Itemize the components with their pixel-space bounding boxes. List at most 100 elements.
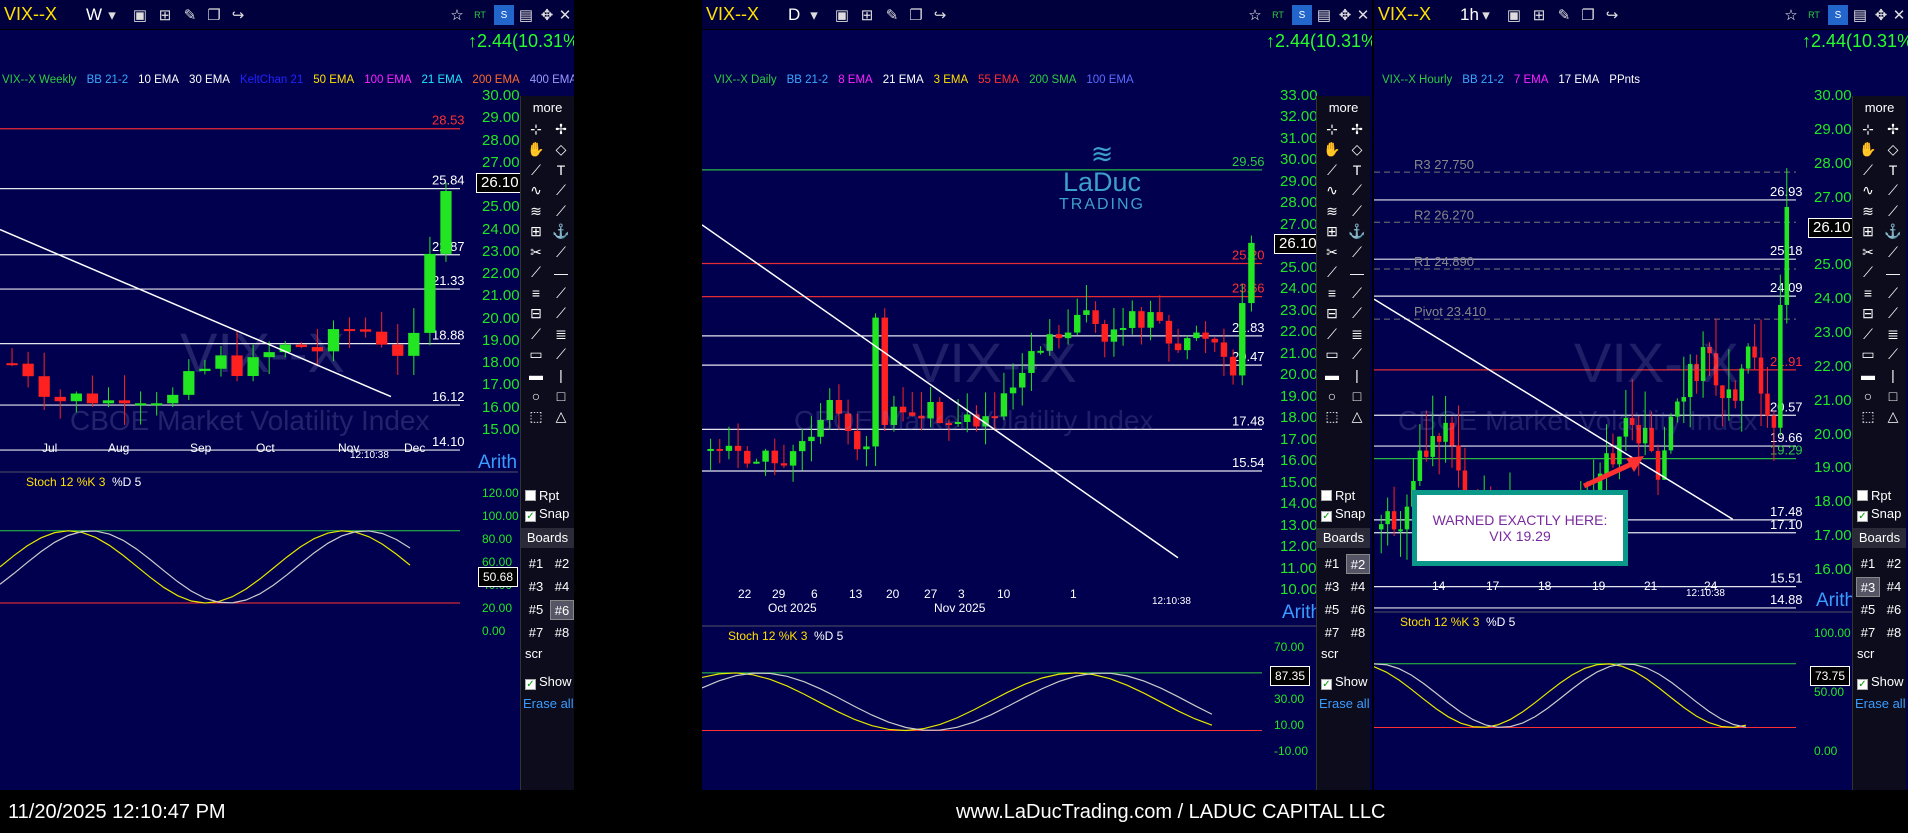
more-button[interactable]: more [1853, 100, 1906, 115]
panel-divider[interactable] [574, 0, 702, 790]
drawing-tool-icon[interactable]: ○ [524, 385, 548, 407]
snap-checkbox[interactable]: ✓ Snap [525, 506, 569, 522]
board-2-button[interactable]: #2 [1346, 554, 1370, 574]
drawing-tool-icon[interactable]: ▭ [1320, 344, 1344, 366]
drawing-tool-icon[interactable]: □ [1345, 385, 1369, 407]
repeat-checkbox[interactable]: Rpt [525, 488, 559, 503]
drawing-tool-icon[interactable]: ▭ [1856, 344, 1880, 366]
repeat-checkbox[interactable]: Rpt [1321, 488, 1355, 503]
drawing-tool-icon[interactable]: ≋ [1320, 200, 1344, 222]
drawing-tool-icon[interactable]: ≡ [1320, 282, 1344, 304]
more-button[interactable]: more [1317, 100, 1370, 115]
drawing-tool-icon[interactable]: ⟋ [1881, 344, 1905, 366]
drawing-tool-icon[interactable]: △ [549, 405, 573, 427]
board-6-button[interactable]: #6 [1346, 600, 1370, 620]
drawing-tool-icon[interactable]: | [1881, 364, 1905, 386]
drawing-tool-icon[interactable]: ▬ [524, 364, 548, 386]
snap-checkbox[interactable]: ✓ Snap [1321, 506, 1365, 522]
drawing-tool-icon[interactable]: ✢ [1345, 118, 1369, 140]
screen-button[interactable]: scr [525, 646, 542, 661]
drawing-tool-icon[interactable]: △ [1345, 405, 1369, 427]
drawing-tool-icon[interactable]: ✋ [1320, 139, 1344, 161]
drawing-tool-icon[interactable]: ⟋ [1320, 262, 1344, 284]
drawing-tool-icon[interactable]: ≣ [1345, 323, 1369, 345]
board-1-button[interactable]: #1 [524, 554, 548, 574]
drawing-tool-icon[interactable]: — [1881, 262, 1905, 284]
drawing-tool-icon[interactable]: T [549, 159, 573, 181]
drawing-tool-icon[interactable]: ⟋ [1856, 262, 1880, 284]
board-3-button[interactable]: #3 [1856, 577, 1880, 597]
erase-all-button[interactable]: Erase all [523, 696, 574, 711]
drawing-tool-icon[interactable]: ⊟ [524, 303, 548, 325]
drawing-tool-icon[interactable]: ∿ [1320, 180, 1344, 202]
drawing-tool-icon[interactable]: T [1881, 159, 1905, 181]
board-2-button[interactable]: #2 [550, 554, 574, 574]
drawing-tool-icon[interactable]: ⊞ [524, 221, 548, 243]
drawing-tool-icon[interactable]: ⟋ [1881, 180, 1905, 202]
drawing-tool-icon[interactable]: ⚓ [1345, 221, 1369, 243]
drawing-tool-icon[interactable]: ⟋ [1345, 303, 1369, 325]
drawing-tool-icon[interactable]: ▭ [524, 344, 548, 366]
board-8-button[interactable]: #8 [550, 623, 574, 643]
board-2-button[interactable]: #2 [1882, 554, 1906, 574]
drawing-tool-icon[interactable]: ⟋ [1345, 241, 1369, 263]
drawing-tool-icon[interactable]: ∿ [524, 180, 548, 202]
show-checkbox[interactable]: ✓ Show [525, 674, 572, 690]
scale-mode-button[interactable]: Arith [1816, 590, 1855, 612]
drawing-tool-icon[interactable]: ⟋ [1881, 282, 1905, 304]
drawing-tool-icon[interactable]: ⊹ [524, 118, 548, 140]
drawing-tool-icon[interactable]: ⊹ [1320, 118, 1344, 140]
drawing-tool-icon[interactable]: ⟋ [1881, 200, 1905, 222]
drawing-tool-icon[interactable]: T [1345, 159, 1369, 181]
drawing-tool-icon[interactable]: ✋ [1856, 139, 1880, 161]
drawing-tool-icon[interactable]: ○ [1856, 385, 1880, 407]
drawing-tool-icon[interactable]: ≋ [524, 200, 548, 222]
drawing-tool-icon[interactable]: ⟋ [1856, 159, 1880, 181]
drawing-tool-icon[interactable]: ≣ [1881, 323, 1905, 345]
drawing-tool-icon[interactable]: □ [1881, 385, 1905, 407]
drawing-tool-icon[interactable]: — [549, 262, 573, 284]
board-5-button[interactable]: #5 [1856, 600, 1880, 620]
drawing-tool-icon[interactable]: ⬚ [1320, 405, 1344, 427]
board-4-button[interactable]: #4 [550, 577, 574, 597]
drawing-tool-icon[interactable]: ⊟ [1320, 303, 1344, 325]
screen-button[interactable]: scr [1857, 646, 1874, 661]
drawing-tool-icon[interactable]: ⊹ [1856, 118, 1880, 140]
drawing-tool-icon[interactable]: ✂ [524, 241, 548, 263]
drawing-tool-icon[interactable]: ⟋ [549, 282, 573, 304]
drawing-tool-icon[interactable]: ⟋ [1345, 180, 1369, 202]
board-6-button[interactable]: #6 [1882, 600, 1906, 620]
drawing-tool-icon[interactable]: — [1345, 262, 1369, 284]
board-5-button[interactable]: #5 [524, 600, 548, 620]
drawing-tool-icon[interactable]: ⟋ [549, 344, 573, 366]
erase-all-button[interactable]: Erase all [1855, 696, 1906, 711]
drawing-tool-icon[interactable]: ⟋ [1320, 159, 1344, 181]
board-4-button[interactable]: #4 [1346, 577, 1370, 597]
screen-button[interactable]: scr [1321, 646, 1338, 661]
drawing-tool-icon[interactable]: ▬ [1856, 364, 1880, 386]
drawing-tool-icon[interactable]: □ [549, 385, 573, 407]
drawing-tool-icon[interactable]: ✂ [1320, 241, 1344, 263]
drawing-tool-icon[interactable]: △ [1881, 405, 1905, 427]
drawing-tool-icon[interactable]: ⚓ [1881, 221, 1905, 243]
drawing-tool-icon[interactable]: ◇ [1881, 139, 1905, 161]
show-checkbox[interactable]: ✓ Show [1321, 674, 1368, 690]
drawing-tool-icon[interactable]: ≡ [1856, 282, 1880, 304]
board-1-button[interactable]: #1 [1856, 554, 1880, 574]
more-button[interactable]: more [521, 100, 574, 115]
drawing-tool-icon[interactable]: ✂ [1856, 241, 1880, 263]
drawing-tool-icon[interactable]: ⬚ [1856, 405, 1880, 427]
drawing-tool-icon[interactable]: ≡ [524, 282, 548, 304]
drawing-tool-icon[interactable]: ⬚ [524, 405, 548, 427]
drawing-tool-icon[interactable]: ⟋ [1345, 200, 1369, 222]
drawing-tool-icon[interactable]: ⟋ [1881, 241, 1905, 263]
board-1-button[interactable]: #1 [1320, 554, 1344, 574]
drawing-tool-icon[interactable]: ○ [1320, 385, 1344, 407]
drawing-tool-icon[interactable]: ⟋ [524, 262, 548, 284]
drawing-tool-icon[interactable]: ⟋ [1345, 282, 1369, 304]
erase-all-button[interactable]: Erase all [1319, 696, 1370, 711]
board-6-button[interactable]: #6 [550, 600, 574, 620]
board-8-button[interactable]: #8 [1346, 623, 1370, 643]
drawing-tool-icon[interactable]: ⊟ [1856, 303, 1880, 325]
drawing-tool-icon[interactable]: ⊞ [1856, 221, 1880, 243]
